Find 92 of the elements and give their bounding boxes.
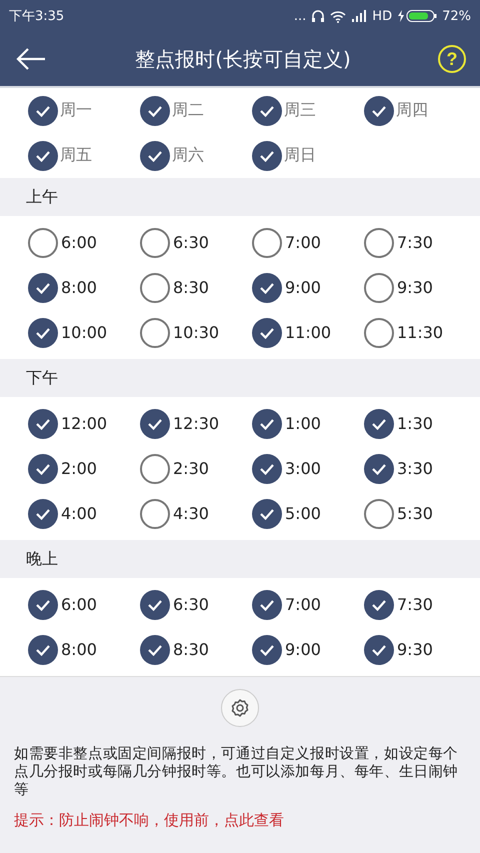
tip-link[interactable]: 提示：防止闹钟不响，使用前，点此查看 — [14, 811, 466, 830]
time-checkbox[interactable]: 2:30 — [140, 446, 252, 491]
time-checkbox[interactable]: 1:00 — [252, 401, 364, 446]
check-icon — [28, 96, 58, 126]
time-checkbox[interactable]: 6:00 — [28, 220, 140, 265]
check-icon — [28, 272, 58, 302]
status-dots: ... — [294, 8, 306, 24]
time-checkbox[interactable]: 10:00 — [28, 310, 140, 355]
time-checkbox[interactable]: 9:00 — [252, 627, 364, 672]
time-checkbox[interactable]: 6:00 — [28, 582, 140, 627]
check-icon — [140, 140, 170, 170]
settings-button[interactable] — [221, 689, 259, 727]
day-checkbox[interactable]: 周五 — [28, 133, 140, 178]
time-checkbox[interactable]: 11:00 — [252, 310, 364, 355]
check-icon — [140, 634, 170, 664]
check-icon — [252, 634, 282, 664]
check-icon — [28, 408, 58, 438]
check-icon — [140, 272, 170, 302]
day-checkbox[interactable]: 周日 — [252, 133, 364, 178]
settings-icon — [230, 698, 250, 718]
check-icon — [28, 318, 58, 348]
check-icon — [364, 228, 394, 258]
wifi-icon — [330, 10, 346, 22]
check-icon — [140, 96, 170, 126]
time-checkbox[interactable]: 12:30 — [140, 401, 252, 446]
battery-percent: 72% — [442, 8, 471, 24]
time-checkbox[interactable]: 12:00 — [28, 401, 140, 446]
time-checkbox[interactable]: 10:30 — [140, 310, 252, 355]
time-checkbox[interactable]: 8:00 — [28, 627, 140, 672]
check-icon — [140, 408, 170, 438]
check-icon — [252, 96, 282, 126]
status-time: 下午3:35 — [9, 8, 64, 25]
check-icon — [28, 634, 58, 664]
time-checkbox[interactable]: 7:00 — [252, 220, 364, 265]
check-icon — [28, 228, 58, 258]
check-icon — [364, 272, 394, 302]
time-checkbox[interactable]: 8:30 — [140, 265, 252, 310]
info-text: 如需要非整点或固定间隔报时，可通过自定义报时设置，如设定每个点几分报时或每隔几分钟报时等。也可以添加每月、每年、生日闹钟等 — [14, 745, 460, 799]
check-icon — [252, 590, 282, 620]
check-icon — [252, 408, 282, 438]
check-icon — [364, 96, 394, 126]
check-icon — [28, 498, 58, 528]
check-icon — [252, 228, 282, 258]
day-checkbox[interactable]: 周六 — [140, 133, 252, 178]
signal-icon — [351, 10, 368, 22]
check-icon — [140, 228, 170, 258]
time-checkbox[interactable]: 9:30 — [364, 265, 476, 310]
check-icon — [140, 498, 170, 528]
check-icon — [140, 454, 170, 484]
time-checkbox[interactable]: 7:30 — [364, 582, 476, 627]
check-icon — [364, 318, 394, 348]
check-icon — [252, 318, 282, 348]
check-icon — [364, 498, 394, 528]
check-icon — [364, 590, 394, 620]
time-checkbox[interactable]: 2:00 — [28, 446, 140, 491]
day-checkbox[interactable]: 周三 — [252, 88, 364, 133]
check-icon — [252, 498, 282, 528]
day-checkbox[interactable]: 周二 — [140, 88, 252, 133]
time-checkbox[interactable]: 9:30 — [364, 627, 476, 672]
check-icon — [252, 272, 282, 302]
time-checkbox[interactable]: 11:30 — [364, 310, 476, 355]
time-checkbox[interactable]: 1:30 — [364, 401, 476, 446]
time-checkbox[interactable]: 3:00 — [252, 446, 364, 491]
check-icon — [252, 454, 282, 484]
check-icon — [364, 408, 394, 438]
time-checkbox[interactable]: 6:30 — [140, 220, 252, 265]
time-checkbox[interactable]: 6:30 — [140, 582, 252, 627]
check-icon — [140, 318, 170, 348]
time-checkbox[interactable]: 5:30 — [364, 491, 476, 536]
check-icon — [28, 590, 58, 620]
time-checkbox[interactable]: 7:00 — [252, 582, 364, 627]
time-checkbox[interactable]: 5:00 — [252, 491, 364, 536]
time-checkbox[interactable]: 7:30 — [364, 220, 476, 265]
page-title: 整点报时(长按可自定义) — [135, 46, 351, 72]
check-icon — [252, 140, 282, 170]
headphones-icon — [311, 9, 326, 23]
day-checkbox[interactable]: 周一 — [28, 88, 140, 133]
network-type: HD — [372, 8, 392, 24]
check-icon — [28, 140, 58, 170]
day-checkbox[interactable]: 周四 — [364, 88, 476, 133]
time-checkbox[interactable]: 8:00 — [28, 265, 140, 310]
time-checkbox[interactable]: 9:00 — [252, 265, 364, 310]
time-checkbox[interactable]: 3:30 — [364, 446, 476, 491]
time-checkbox[interactable]: 4:30 — [140, 491, 252, 536]
time-checkbox[interactable]: 8:30 — [140, 627, 252, 672]
check-icon — [364, 634, 394, 664]
battery-icon — [397, 9, 438, 23]
check-icon — [28, 454, 58, 484]
help-button[interactable]: ? — [438, 45, 466, 73]
time-checkbox[interactable]: 4:00 — [28, 491, 140, 536]
check-icon — [364, 454, 394, 484]
check-icon — [140, 590, 170, 620]
